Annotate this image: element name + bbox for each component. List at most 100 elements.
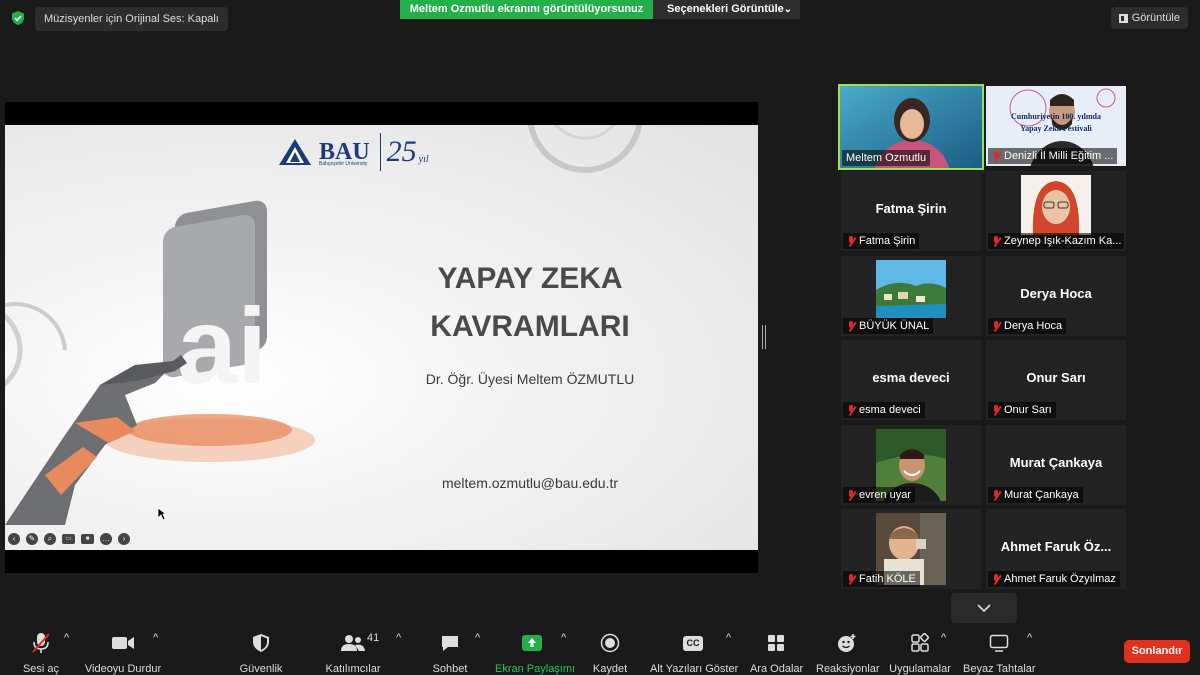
stop-video-button[interactable]: Videoyu Durdur: [83, 632, 163, 675]
gallery-next-page-button[interactable]: [951, 593, 1017, 623]
participant-tile[interactable]: esma deveci esma deveci: [841, 340, 981, 420]
reactions-button[interactable]: Reaksiyonlar: [816, 632, 880, 675]
participant-name-label: Fatma Şirin: [843, 233, 920, 249]
muted-mic-icon: [992, 150, 1001, 162]
whiteboards-button[interactable]: Beyaz Tahtalar: [963, 632, 1036, 675]
participant-tile[interactable]: Zeynep Işık-Kazım Ka...: [986, 171, 1126, 251]
record-label: Kaydet: [592, 663, 628, 675]
participant-name-label: esma deveci: [843, 402, 925, 418]
security-button[interactable]: Güvenlik: [236, 632, 286, 675]
participant-tile[interactable]: Onur Sarı Onur Sarı: [986, 340, 1126, 420]
mouse-cursor-icon: [157, 507, 167, 521]
participant-name-label: Onur Sarı: [988, 402, 1056, 418]
breakout-rooms-label: Ara Odalar: [750, 663, 804, 675]
whiteboard-options-caret[interactable]: ^: [1027, 632, 1032, 644]
participant-avatar: [876, 260, 946, 318]
security-label: Güvenlik: [239, 663, 283, 675]
captions-button[interactable]: CC Alt Yazıları Göster: [650, 632, 739, 675]
reactions-smiley-icon: [838, 634, 856, 652]
participants-label: Katılımcılar: [325, 663, 381, 675]
participant-name-label: Derya Hoca: [988, 318, 1067, 334]
pen-icon[interactable]: ✎: [26, 533, 38, 545]
breakout-rooms-icon: [768, 635, 784, 651]
participants-count: 41: [367, 632, 380, 644]
whiteboard-icon: [989, 634, 1009, 652]
whiteboards-label: Beyaz Tahtalar: [963, 663, 1036, 675]
chevron-down-icon: [977, 604, 991, 613]
share-screen-label: Ekran Paylaşımı: [495, 663, 576, 675]
participant-name-label: Zeynep Işık-Kazım Ka...: [988, 233, 1124, 249]
muted-mic-icon: [847, 404, 856, 416]
anniversary-suffix: yıl: [418, 153, 429, 165]
view-button-label: Görüntüle: [1131, 12, 1180, 24]
view-button[interactable]: Görüntüle: [1110, 7, 1188, 29]
slide-title: YAPAY ZEKA KAVRAMLARI: [395, 255, 665, 351]
captions-options-caret[interactable]: ^: [726, 632, 731, 644]
more-options-icon[interactable]: …: [100, 533, 112, 545]
participant-name-center: Derya Hoca: [1020, 286, 1092, 301]
panel-resize-handle[interactable]: [762, 325, 766, 349]
participants-options-caret[interactable]: ^: [396, 632, 401, 644]
unmute-button[interactable]: Sesi aç: [20, 632, 62, 675]
slide-author: Dr. Öğr. Üyesi Meltem ÖZMUTLU: [425, 371, 635, 387]
decorative-arc: [527, 125, 643, 173]
participant-name-label: evren uyar: [843, 487, 915, 503]
video-options-caret[interactable]: ^: [153, 632, 158, 644]
view-options-label: Seçenekleri Görüntüle: [667, 3, 784, 15]
participant-name-label: Ahmet Faruk Özyılmaz: [988, 571, 1120, 587]
participant-tile[interactable]: Murat Çankaya Murat Çankaya: [986, 425, 1126, 505]
participant-name-label: Denizli İl Milli Eğitim ...: [988, 148, 1118, 164]
participant-name-center: Ahmet Faruk Öz...: [1000, 539, 1112, 554]
anniversary-mark: 25: [386, 135, 417, 168]
chat-label: Sohbet: [432, 663, 468, 675]
view-options-dropdown[interactable]: Seçenekleri Görüntüle ⌄: [653, 0, 800, 19]
participant-tile[interactable]: Fatma Şirin Fatma Şirin: [841, 171, 981, 251]
breakout-rooms-button[interactable]: Ara Odalar: [750, 632, 804, 675]
meeting-toolbar: Sesi aç ^ Videoyu Durdur ^ Güvenlik Katı…: [0, 624, 1200, 675]
chat-options-caret[interactable]: ^: [475, 632, 480, 644]
bau-logo-subtitle: Bahçeşehir University: [319, 161, 368, 167]
screen-share-banner: Meltem Ozmutlu ekranını görüntülüyorsunu…: [400, 0, 653, 19]
slide-title-line1: YAPAY ZEKA: [437, 262, 623, 295]
participant-name-label: BÜYÜK ÜNAL: [843, 318, 934, 334]
grid-view-icon: [1118, 13, 1128, 23]
subtitles-icon[interactable]: ▭: [62, 534, 75, 544]
participant-name-label: Meltem Ozmutlu: [842, 150, 931, 166]
end-meeting-button[interactable]: Sonlandır: [1124, 640, 1190, 663]
previous-slide-icon[interactable]: ‹: [8, 533, 20, 545]
muted-mic-icon: [992, 235, 1001, 247]
slideshow-toolbar: ‹ ✎ ⌕ ▭ ■ … ›: [8, 533, 130, 545]
shared-screen: BAU Bahçeşehir University 25 yıl ai YAPA…: [5, 102, 758, 573]
chat-button[interactable]: Sohbet: [430, 632, 470, 675]
slide-title-line2: KAVRAMLARI: [430, 310, 630, 343]
share-screen-button[interactable]: Ekran Paylaşımı: [495, 632, 576, 675]
captions-label: Alt Yazıları Göster: [650, 663, 739, 675]
camera-icon[interactable]: ■: [81, 534, 94, 544]
participant-tile[interactable]: Cumhuriyetin 100. yılında Yapay Zeka Fes…: [986, 86, 1126, 166]
unmute-label: Sesi aç: [22, 663, 60, 675]
tile-background-text-2: Yapay Zeka Festivali: [1020, 124, 1092, 133]
zoom-icon[interactable]: ⌕: [44, 533, 56, 545]
closed-captions-icon: CC: [683, 635, 703, 651]
chat-icon: [442, 636, 458, 651]
record-button[interactable]: Kaydet: [590, 632, 630, 675]
muted-mic-icon: [847, 573, 856, 585]
participant-tile[interactable]: Fatih KÖLE: [841, 509, 981, 589]
share-options-caret[interactable]: ^: [561, 632, 566, 644]
apps-label: Uygulamalar: [889, 663, 951, 675]
participant-name-center: Onur Sarı: [1026, 370, 1086, 385]
audio-options-caret[interactable]: ^: [64, 632, 69, 644]
shield-icon: [253, 634, 269, 652]
record-icon: [600, 633, 620, 653]
original-audio-toggle[interactable]: Müzisyenler için Orijinal Ses: Kapalı: [35, 7, 228, 31]
participant-tile[interactable]: Ahmet Faruk Öz... Ahmet Faruk Özyılmaz: [986, 509, 1126, 589]
participant-tile[interactable]: Derya Hoca Derya Hoca: [986, 256, 1126, 336]
next-slide-icon[interactable]: ›: [118, 533, 130, 545]
stop-video-label: Videoyu Durdur: [84, 663, 162, 675]
participant-name-label: Fatih KÖLE: [843, 571, 920, 587]
shield-check-icon[interactable]: [10, 10, 26, 26]
apps-options-caret[interactable]: ^: [941, 632, 946, 644]
participant-tile[interactable]: Meltem Ozmutlu: [838, 84, 984, 170]
participant-tile[interactable]: BÜYÜK ÜNAL: [841, 256, 981, 336]
participant-tile[interactable]: evren uyar: [841, 425, 981, 505]
